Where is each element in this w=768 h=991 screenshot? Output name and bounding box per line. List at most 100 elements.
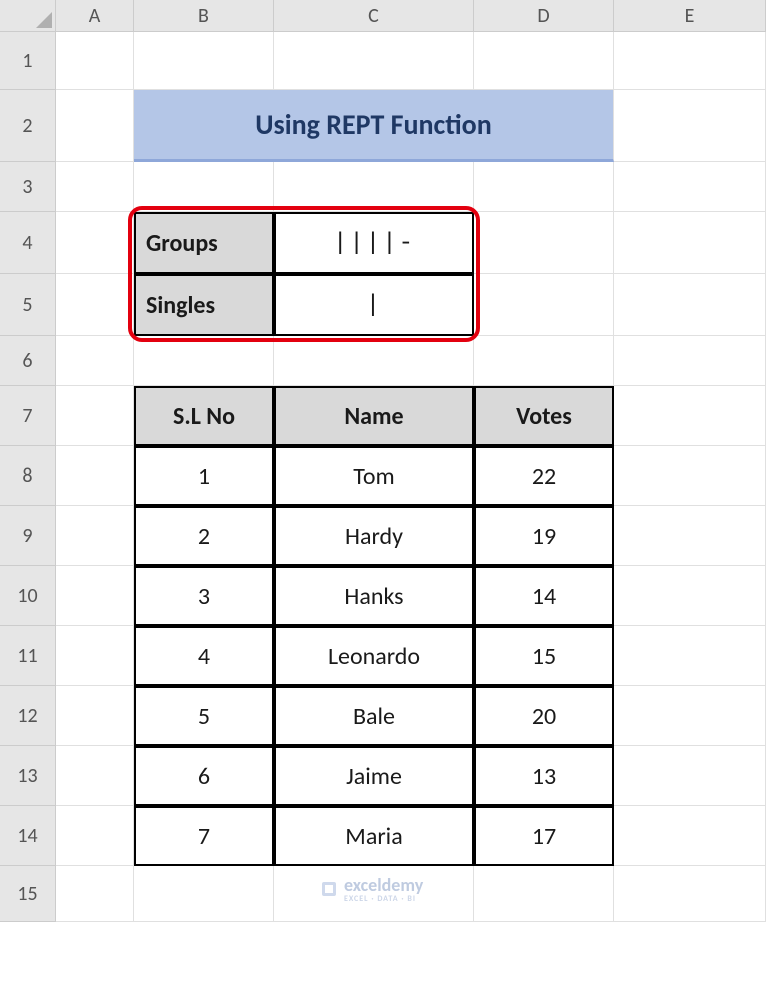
cell-A5[interactable] [56, 274, 134, 336]
table-row-name[interactable]: Maria [274, 806, 474, 866]
watermark-brand: exceldemy [344, 874, 423, 896]
watermark-sub: EXCEL · DATA · BI [344, 894, 423, 904]
row-headers: 123456789101112131415 [0, 32, 56, 922]
cell-A4[interactable] [56, 212, 134, 274]
row-header-7[interactable]: 7 [0, 386, 56, 446]
column-header-C[interactable]: C [274, 0, 474, 32]
table-header-sl[interactable]: S.L No [134, 386, 274, 446]
cell-C6[interactable] [274, 336, 474, 386]
cell-E9[interactable] [614, 506, 766, 566]
cell-A1[interactable] [56, 32, 134, 90]
cell-E12[interactable] [614, 686, 766, 746]
cell-E10[interactable] [614, 566, 766, 626]
select-all-triangle-icon [36, 12, 52, 28]
cell-E1[interactable] [614, 32, 766, 90]
row-header-11[interactable]: 11 [0, 626, 56, 686]
row-header-2[interactable]: 2 [0, 90, 56, 162]
table-row-votes[interactable]: 13 [474, 746, 614, 806]
cell-E13[interactable] [614, 746, 766, 806]
table-header-name[interactable]: Name [274, 386, 474, 446]
row-header-8[interactable]: 8 [0, 446, 56, 506]
cell-A3[interactable] [56, 162, 134, 212]
cell-E5[interactable] [614, 274, 766, 336]
cell-E15[interactable] [614, 866, 766, 922]
column-header-D[interactable]: D [474, 0, 614, 32]
table-row-sl[interactable]: 3 [134, 566, 274, 626]
table-row-name[interactable]: Hardy [274, 506, 474, 566]
row-header-12[interactable]: 12 [0, 686, 56, 746]
column-headers: ABCDE [56, 0, 766, 32]
mini-value-singles[interactable]: | [274, 274, 474, 336]
cell-E6[interactable] [614, 336, 766, 386]
page-title[interactable]: Using REPT Function [134, 90, 614, 162]
table-row-name[interactable]: Tom [274, 446, 474, 506]
cell-A7[interactable] [56, 386, 134, 446]
cell-A10[interactable] [56, 566, 134, 626]
table-row-votes[interactable]: 15 [474, 626, 614, 686]
table-row-sl[interactable]: 7 [134, 806, 274, 866]
cell-A13[interactable] [56, 746, 134, 806]
cell-E7[interactable] [614, 386, 766, 446]
row-header-5[interactable]: 5 [0, 274, 56, 336]
row-header-3[interactable]: 3 [0, 162, 56, 212]
column-header-A[interactable]: A [56, 0, 134, 32]
cell-D4[interactable] [474, 212, 614, 274]
cell-A9[interactable] [56, 506, 134, 566]
mini-label-singles[interactable]: Singles [134, 274, 274, 336]
row-header-1[interactable]: 1 [0, 32, 56, 90]
select-all-corner[interactable] [0, 0, 56, 32]
table-row-name[interactable]: Bale [274, 686, 474, 746]
cell-A12[interactable] [56, 686, 134, 746]
cell-D15[interactable] [474, 866, 614, 922]
cell-C3[interactable] [274, 162, 474, 212]
cell-A11[interactable] [56, 626, 134, 686]
cell-E3[interactable] [614, 162, 766, 212]
cell-B15[interactable] [134, 866, 274, 922]
cell-A14[interactable] [56, 806, 134, 866]
table-row-sl[interactable]: 2 [134, 506, 274, 566]
row-header-15[interactable]: 15 [0, 866, 56, 922]
table-row-name[interactable]: Jaime [274, 746, 474, 806]
spreadsheet: ABCDE 123456789101112131415 Using REPT F… [0, 0, 768, 991]
table-row-sl[interactable]: 1 [134, 446, 274, 506]
cell-B6[interactable] [134, 336, 274, 386]
table-row-sl[interactable]: 5 [134, 686, 274, 746]
watermark: exceldemyEXCEL · DATA · BI [320, 874, 423, 904]
row-header-13[interactable]: 13 [0, 746, 56, 806]
table-row-name[interactable]: Hanks [274, 566, 474, 626]
cell-A8[interactable] [56, 446, 134, 506]
table-row-sl[interactable]: 4 [134, 626, 274, 686]
mini-value-groups[interactable]: ||||- [274, 212, 474, 274]
table-row-name[interactable]: Leonardo [274, 626, 474, 686]
table-row-votes[interactable]: 20 [474, 686, 614, 746]
cell-E8[interactable] [614, 446, 766, 506]
table-row-votes[interactable]: 19 [474, 506, 614, 566]
cell-B3[interactable] [134, 162, 274, 212]
cell-A2[interactable] [56, 90, 134, 162]
column-header-E[interactable]: E [614, 0, 766, 32]
row-header-6[interactable]: 6 [0, 336, 56, 386]
cell-E4[interactable] [614, 212, 766, 274]
row-header-10[interactable]: 10 [0, 566, 56, 626]
table-header-votes[interactable]: Votes [474, 386, 614, 446]
column-header-B[interactable]: B [134, 0, 274, 32]
cell-D5[interactable] [474, 274, 614, 336]
table-row-votes[interactable]: 14 [474, 566, 614, 626]
cell-D1[interactable] [474, 32, 614, 90]
cell-E11[interactable] [614, 626, 766, 686]
cell-D3[interactable] [474, 162, 614, 212]
cell-C1[interactable] [274, 32, 474, 90]
cell-A15[interactable] [56, 866, 134, 922]
table-row-votes[interactable]: 22 [474, 446, 614, 506]
mini-label-groups[interactable]: Groups [134, 212, 274, 274]
table-row-sl[interactable]: 6 [134, 746, 274, 806]
row-header-14[interactable]: 14 [0, 806, 56, 866]
row-header-9[interactable]: 9 [0, 506, 56, 566]
table-row-votes[interactable]: 17 [474, 806, 614, 866]
row-header-4[interactable]: 4 [0, 212, 56, 274]
cell-E14[interactable] [614, 806, 766, 866]
cell-A6[interactable] [56, 336, 134, 386]
cell-B1[interactable] [134, 32, 274, 90]
cell-D6[interactable] [474, 336, 614, 386]
cell-E2[interactable] [614, 90, 766, 162]
